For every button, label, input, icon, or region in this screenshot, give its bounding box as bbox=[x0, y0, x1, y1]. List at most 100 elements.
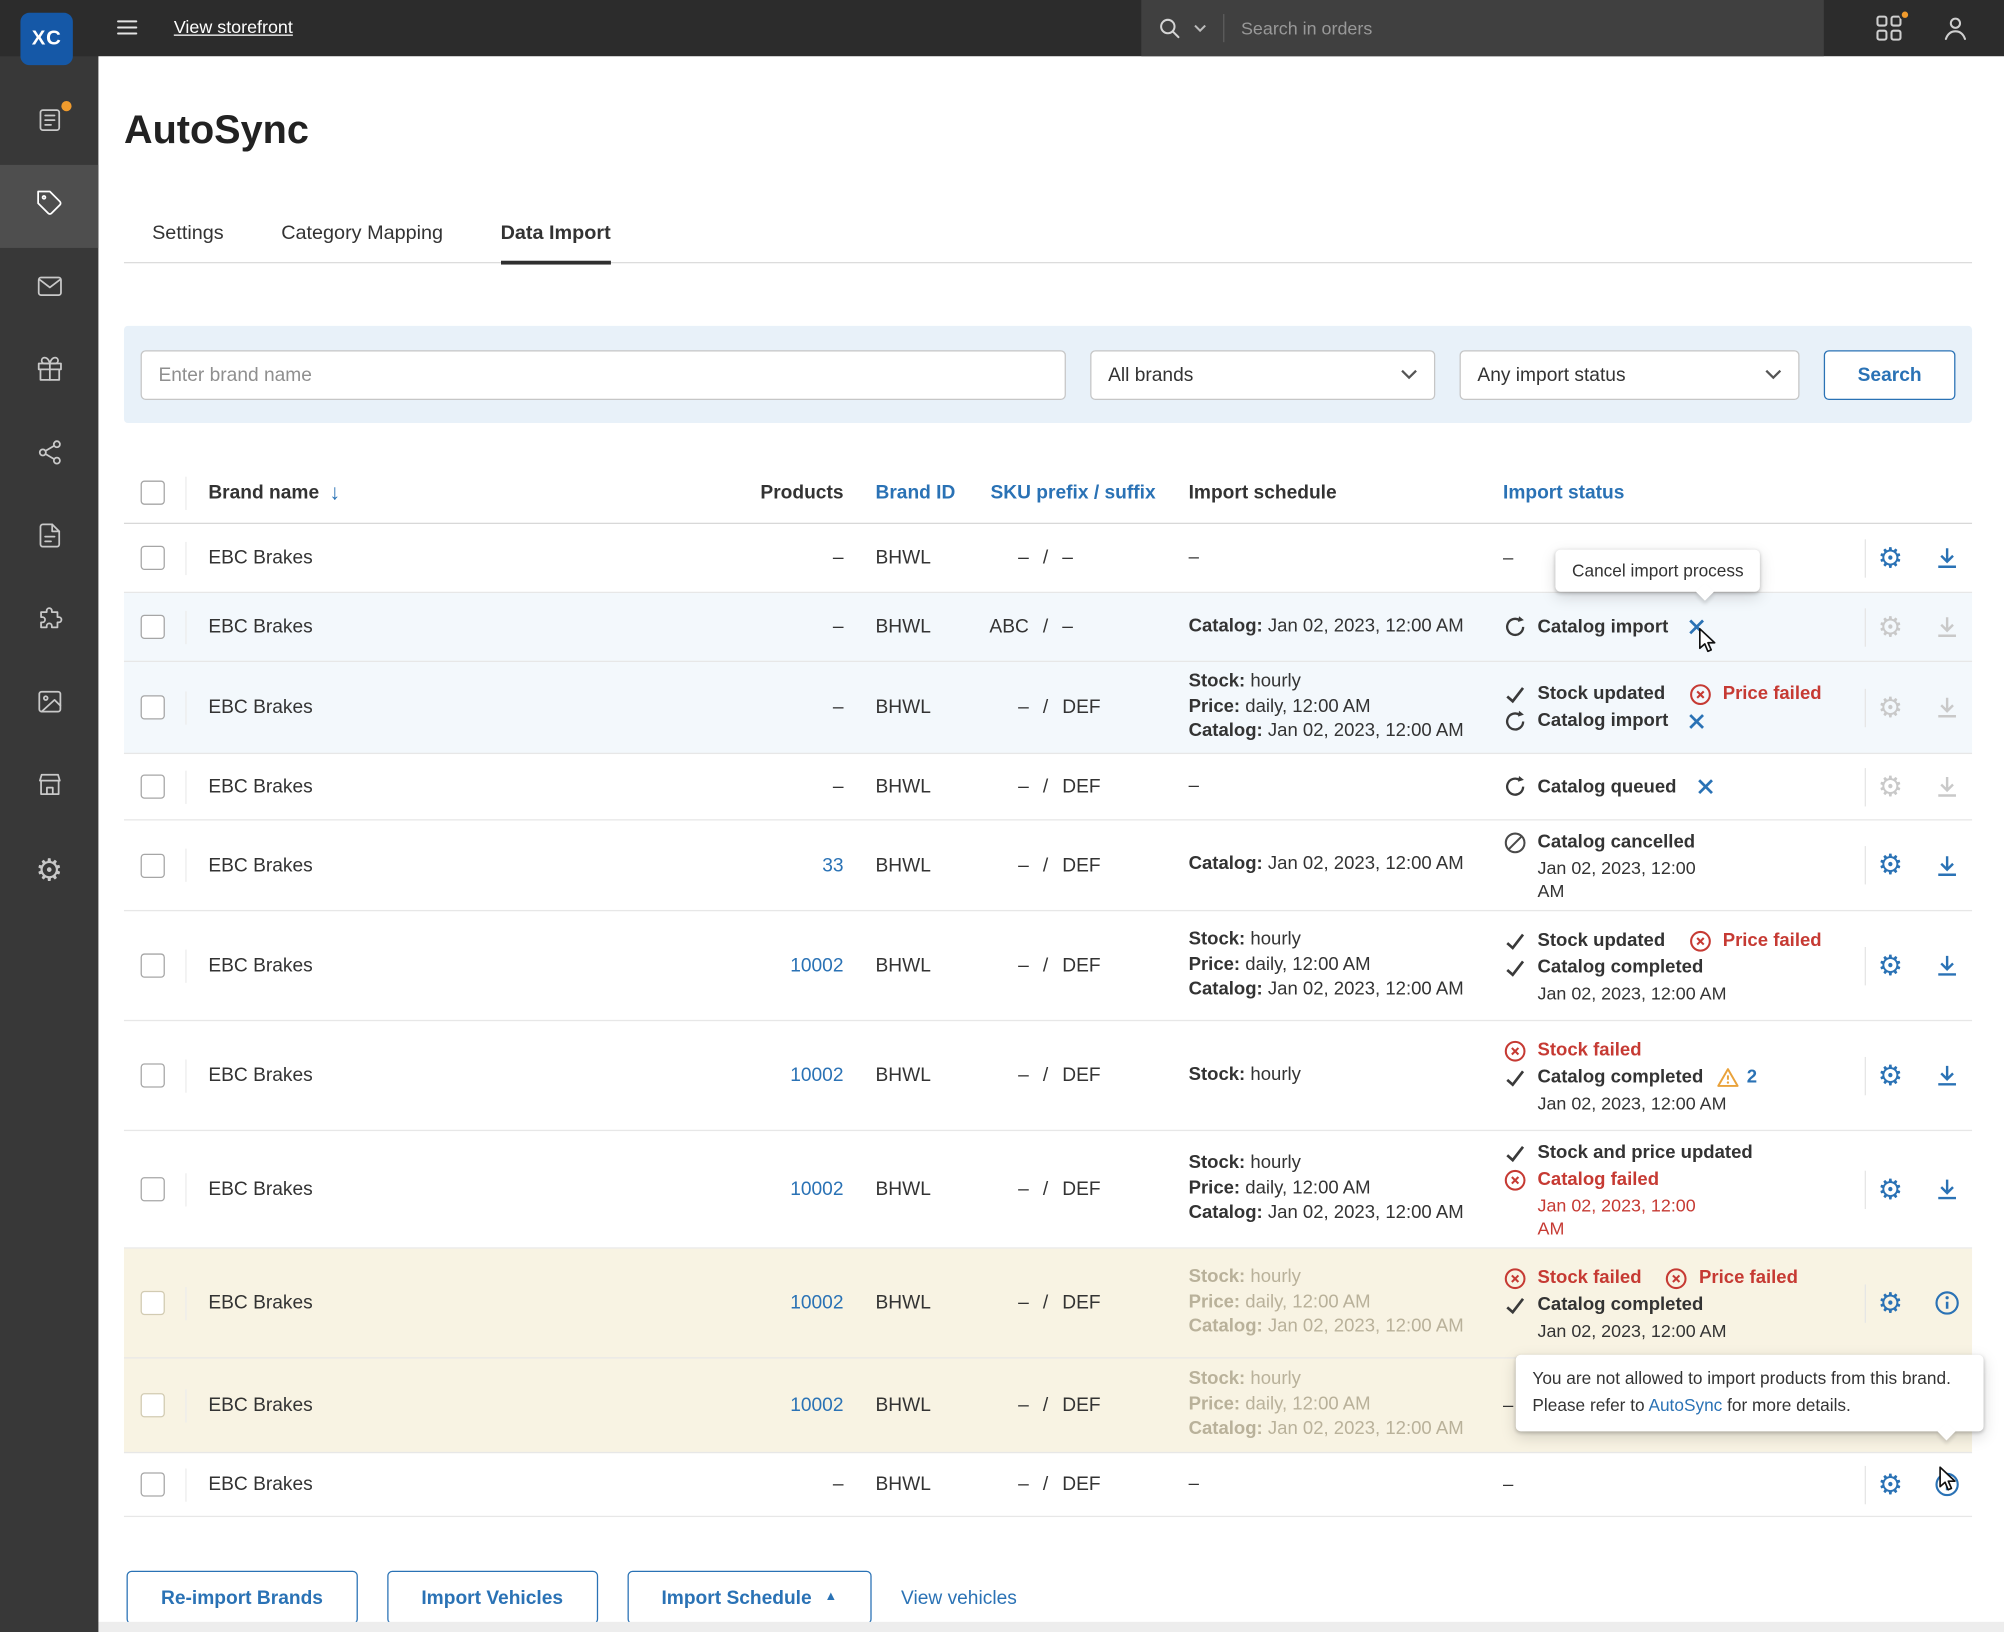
schedule-line: Stock: hourly bbox=[1189, 1368, 1482, 1393]
sidebar-item-orders[interactable] bbox=[0, 82, 98, 165]
sidebar-item-media[interactable] bbox=[0, 663, 98, 746]
import-status-cell: Catalog queued bbox=[1481, 773, 1844, 801]
column-import-schedule: Import schedule bbox=[1167, 482, 1481, 504]
row-info-icon[interactable] bbox=[1934, 1471, 1961, 1498]
tab-data-import[interactable]: Data Import bbox=[501, 221, 611, 264]
row-settings-icon[interactable]: ⚙ bbox=[1878, 851, 1903, 879]
products-count-link[interactable]: 10002 bbox=[790, 955, 843, 977]
row-checkbox[interactable] bbox=[141, 853, 165, 877]
sidebar-item-addons[interactable] bbox=[0, 580, 98, 663]
row-checkbox[interactable] bbox=[141, 953, 165, 977]
sidebar-item-pages[interactable] bbox=[0, 497, 98, 580]
reimport-brands-button[interactable]: Re-import Brands bbox=[127, 1571, 358, 1625]
row-settings-icon[interactable]: ⚙ bbox=[1878, 1061, 1903, 1089]
screen: ⚙ View storefront Search in orders bbox=[0, 0, 2004, 1632]
view-storefront-link[interactable]: View storefront bbox=[174, 17, 293, 37]
brand-name-cell: EBC Brakes bbox=[187, 547, 717, 569]
products-cell: 10002 bbox=[717, 1065, 850, 1087]
menu-icon[interactable] bbox=[115, 15, 139, 39]
sort-desc-icon[interactable]: ↓ bbox=[329, 482, 340, 504]
import-schedule-button[interactable]: Import Schedule▲ bbox=[627, 1571, 872, 1625]
brand-name-cell: EBC Brakes bbox=[187, 776, 717, 798]
row-settings-icon[interactable]: ⚙ bbox=[1878, 1175, 1903, 1203]
sku-cell: –/DEF bbox=[962, 955, 1166, 977]
row-download-icon[interactable] bbox=[1934, 952, 1961, 979]
tab-settings[interactable]: Settings bbox=[152, 221, 224, 264]
row-checkbox[interactable] bbox=[141, 615, 165, 639]
sidebar-item-catalog[interactable] bbox=[0, 165, 98, 248]
products-count-link[interactable]: 10002 bbox=[790, 1292, 843, 1314]
import-status-cell: Catalog cancelledJan 02, 2023, 12:00 AM bbox=[1481, 828, 1844, 902]
brands-select[interactable]: All brands bbox=[1090, 350, 1435, 400]
row-checkbox[interactable] bbox=[141, 546, 165, 570]
row-checkbox[interactable] bbox=[141, 1063, 165, 1087]
products-cell: – bbox=[717, 616, 850, 638]
products-count-link[interactable]: 10002 bbox=[790, 1178, 843, 1200]
row-actions-cell: ⚙ bbox=[1844, 1461, 1972, 1508]
schedule-line: Price: daily, 12:00 AM bbox=[1189, 1393, 1482, 1418]
row-checkbox[interactable] bbox=[141, 1291, 165, 1315]
row-checkbox-cell bbox=[124, 919, 187, 1012]
apps-icon[interactable] bbox=[1874, 13, 1905, 44]
warning-icon[interactable]: 2 bbox=[1716, 1065, 1757, 1091]
row-settings-icon[interactable]: ⚙ bbox=[1878, 952, 1903, 980]
row-download-icon[interactable] bbox=[1934, 544, 1961, 571]
row-checkbox[interactable] bbox=[141, 1393, 165, 1417]
cancel-import-icon[interactable] bbox=[1689, 619, 1706, 636]
brand-name-input[interactable] bbox=[141, 350, 1066, 400]
row-settings-icon[interactable]: ⚙ bbox=[1878, 544, 1903, 572]
products-count-link[interactable]: 10002 bbox=[790, 1065, 843, 1087]
brand-id-cell: BHWL bbox=[850, 1178, 962, 1200]
cancel-import-icon[interactable] bbox=[1689, 713, 1706, 730]
row-download-icon[interactable] bbox=[1934, 1176, 1961, 1203]
status-date: Jan 02, 2023, 12:00 AM bbox=[1538, 1194, 1719, 1240]
brand-name-cell: EBC Brakes bbox=[187, 854, 717, 876]
select-all-checkbox[interactable] bbox=[141, 481, 165, 505]
column-brand-id[interactable]: Brand ID bbox=[850, 482, 962, 504]
account-icon[interactable] bbox=[1940, 13, 1971, 44]
status-item: Stock failed bbox=[1503, 1265, 1642, 1291]
cancel-import-tooltip: Cancel import process bbox=[1555, 550, 1760, 592]
autosync-link[interactable]: AutoSync bbox=[1648, 1396, 1722, 1415]
row-checkbox[interactable] bbox=[141, 1472, 165, 1496]
sidebar-item-connections[interactable] bbox=[0, 414, 98, 497]
products-count-link[interactable]: 10002 bbox=[790, 1394, 843, 1416]
products-count-link[interactable]: 33 bbox=[822, 854, 843, 876]
sidebar-item-settings[interactable]: ⚙ bbox=[0, 829, 98, 912]
sidebar-item-messages[interactable] bbox=[0, 248, 98, 331]
row-download-icon[interactable] bbox=[1934, 1062, 1961, 1089]
search-button[interactable]: Search bbox=[1824, 350, 1956, 400]
orders-search-field[interactable]: Search in orders bbox=[1141, 0, 1823, 56]
brand-name-cell: EBC Brakes bbox=[187, 1474, 717, 1496]
row-actions-cell: ⚙ bbox=[1844, 828, 1972, 902]
app-logo[interactable]: XC bbox=[20, 13, 72, 65]
import-vehicles-button[interactable]: Import Vehicles bbox=[387, 1571, 598, 1625]
row-checkbox[interactable] bbox=[141, 1177, 165, 1201]
row-settings-icon[interactable]: ⚙ bbox=[1878, 1470, 1903, 1498]
schedule-line: Catalog: Jan 02, 2023, 12:00 AM bbox=[1189, 1202, 1482, 1227]
document-icon bbox=[35, 521, 63, 556]
brand-id-cell: BHWL bbox=[850, 854, 962, 876]
row-checkbox-cell bbox=[124, 1029, 187, 1122]
status-item: Catalog failed bbox=[1503, 1167, 1659, 1193]
import-status-select[interactable]: Any import status bbox=[1460, 350, 1800, 400]
column-brand-name[interactable]: Brand name ↓ bbox=[187, 482, 717, 504]
schedule-line: Catalog: Jan 02, 2023, 12:00 AM bbox=[1189, 1315, 1482, 1340]
row-checkbox[interactable] bbox=[141, 775, 165, 799]
status-item: Stock updated bbox=[1503, 681, 1665, 707]
column-sku-prefix-suffix[interactable]: SKU prefix / suffix bbox=[962, 482, 1166, 504]
row-download-icon[interactable] bbox=[1934, 852, 1961, 879]
row-checkbox[interactable] bbox=[141, 695, 165, 719]
column-import-status[interactable]: Import status bbox=[1481, 482, 1844, 504]
sidebar-item-promotions[interactable] bbox=[0, 331, 98, 414]
storefront-icon bbox=[35, 771, 63, 806]
view-vehicles-link[interactable]: View vehicles bbox=[901, 1587, 1017, 1609]
status-item: Price failed bbox=[1688, 681, 1821, 707]
row-info-icon[interactable] bbox=[1934, 1290, 1961, 1317]
row-settings-icon[interactable]: ⚙ bbox=[1878, 1289, 1903, 1317]
tab-category-mapping[interactable]: Category Mapping bbox=[281, 221, 443, 264]
sidebar-item-storefront[interactable] bbox=[0, 746, 98, 829]
cancel-import-icon[interactable] bbox=[1697, 778, 1714, 795]
search-scope-chevron-icon[interactable] bbox=[1194, 24, 1207, 33]
brand-id-cell: BHWL bbox=[850, 955, 962, 977]
